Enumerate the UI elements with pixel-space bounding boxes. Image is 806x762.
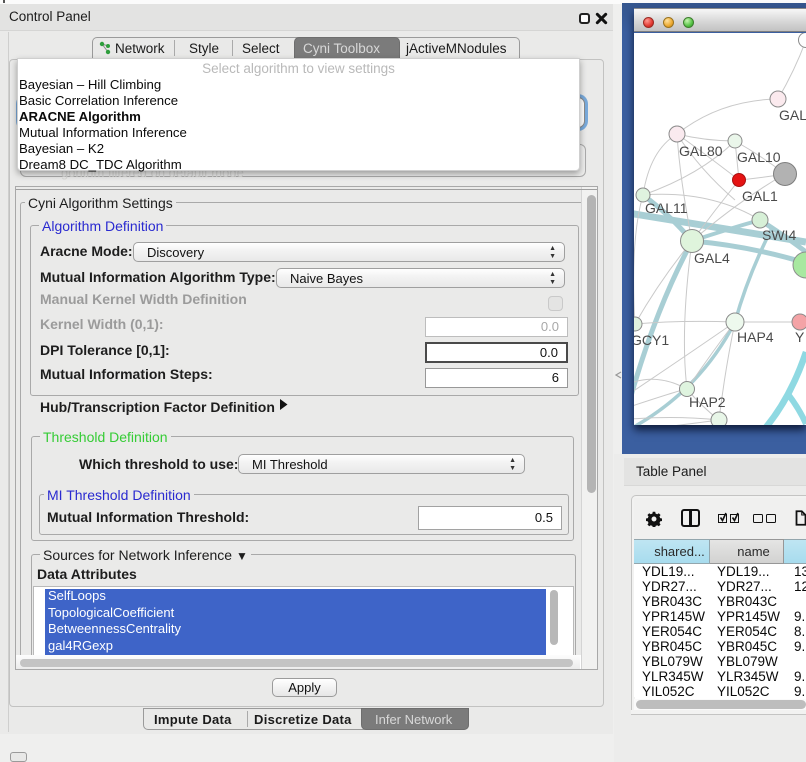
svg-text:GAL1: GAL1 — [742, 188, 778, 204]
svg-text:SWI4: SWI4 — [762, 227, 796, 243]
svg-text:GCY1: GCY1 — [634, 332, 669, 348]
svg-text:HAP2: HAP2 — [689, 394, 726, 410]
svg-text:GAL: GAL — [779, 107, 806, 123]
svg-text:GAL10: GAL10 — [737, 149, 781, 165]
svg-text:Y: Y — [795, 329, 805, 345]
svg-text:GAL11: GAL11 — [645, 200, 688, 216]
svg-text:HAP4: HAP4 — [737, 329, 774, 345]
svg-text:GAL80: GAL80 — [679, 143, 723, 159]
svg-text:GAL4: GAL4 — [694, 250, 730, 266]
